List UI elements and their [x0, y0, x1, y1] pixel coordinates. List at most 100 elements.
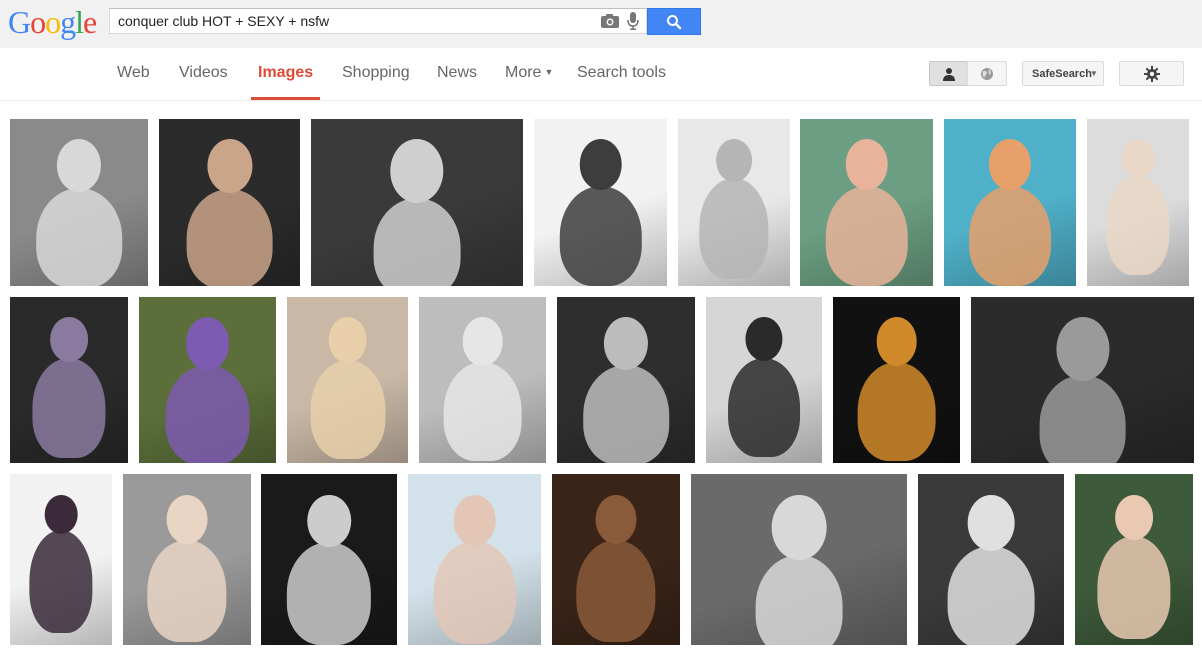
thumbnail-figure-body [728, 357, 800, 458]
image-result-thumbnail[interactable] [139, 297, 276, 463]
thumbnail-figure-body [947, 545, 1035, 645]
image-result-thumbnail[interactable] [678, 119, 790, 286]
tab-news[interactable]: News [437, 64, 477, 82]
thumbnail-figure-body [825, 185, 908, 286]
thumbnail-figure-body [1039, 375, 1126, 463]
thumbnail-figure-body [699, 178, 769, 279]
image-result-thumbnail[interactable] [1087, 119, 1189, 286]
image-result-thumbnail[interactable] [918, 474, 1064, 645]
tab-more[interactable]: More ▼ [505, 64, 553, 82]
thumbnail-figure-head [50, 316, 88, 363]
thumbnail-figure-head [845, 139, 888, 191]
thumbnail-figure-body [433, 541, 516, 644]
image-result-thumbnail[interactable] [552, 474, 680, 645]
logo-letter: g [60, 4, 76, 40]
thumbnail-figure-body [1106, 174, 1170, 276]
thumbnail-figure-body [1097, 536, 1171, 639]
safesearch-button[interactable]: SafeSearch ▼ [1022, 61, 1104, 86]
image-result-thumbnail[interactable] [1075, 474, 1193, 645]
image-result-thumbnail[interactable] [261, 474, 397, 645]
image-result-thumbnail[interactable] [287, 297, 408, 463]
thumbnail-figure-body [165, 365, 250, 463]
thumbnail-figure-head [462, 316, 503, 366]
hide-personal-results-button[interactable] [967, 61, 1007, 86]
safesearch-label: SafeSearch [1032, 68, 1092, 80]
thumbnail-figure-head [166, 494, 208, 544]
thumbnail-figure-head [1115, 494, 1153, 540]
chevron-down-icon: ▼ [544, 67, 554, 77]
thumbnail-figure-head [453, 494, 496, 546]
thumbnail-figure-body [309, 359, 386, 460]
thumbnail-figure-head [579, 139, 622, 191]
image-result-thumbnail[interactable] [159, 119, 300, 286]
search-button[interactable] [647, 8, 701, 35]
image-result-thumbnail[interactable] [944, 119, 1076, 286]
image-result-thumbnail[interactable] [534, 119, 667, 286]
thumbnail-figure-head [328, 316, 367, 364]
thumbnail-figure-head [716, 139, 752, 183]
camera-icon[interactable] [601, 14, 619, 28]
gear-icon [1144, 66, 1160, 82]
thumbnail-figure-body [443, 361, 522, 462]
thumbnail-figure-head [876, 316, 917, 366]
image-result-thumbnail[interactable] [311, 119, 523, 286]
google-logo[interactable]: Google [8, 4, 97, 40]
thumbnail-figure-head [595, 494, 637, 544]
thumbnail-figure-body [286, 542, 372, 645]
image-result-thumbnail[interactable] [123, 474, 251, 645]
logo-letter: o [30, 4, 46, 40]
image-result-thumbnail[interactable] [833, 297, 960, 463]
thumbnail-figure-head [967, 494, 1015, 551]
thumbnail-figure-body [559, 185, 642, 286]
thumbnail-figure-body [32, 358, 106, 459]
thumbnail-figure-body [969, 185, 1051, 286]
thumbnail-figure-head [1055, 316, 1110, 381]
image-result-thumbnail[interactable] [557, 297, 695, 463]
image-result-thumbnail[interactable] [419, 297, 546, 463]
tab-search-tools[interactable]: Search tools [577, 64, 666, 82]
image-result-thumbnail[interactable] [408, 474, 541, 645]
tab-web[interactable]: Web [117, 64, 150, 82]
tab-more-label: More [505, 64, 542, 81]
thumbnail-figure-head [771, 494, 827, 561]
search-box[interactable] [109, 8, 647, 34]
tab-images[interactable]: Images [258, 64, 313, 82]
thumbnail-figure-head [390, 139, 444, 204]
thumbnail-figure-head [307, 494, 351, 547]
globe-icon [981, 68, 993, 80]
tab-shopping[interactable]: Shopping [342, 64, 410, 82]
thumbnail-figure-body [147, 539, 227, 643]
image-result-thumbnail[interactable] [691, 474, 907, 645]
image-result-thumbnail[interactable] [10, 474, 112, 645]
thumbnail-figure-body [373, 197, 461, 286]
chevron-down-icon: ▼ [1090, 69, 1098, 78]
active-tab-indicator [251, 97, 320, 100]
logo-letter: G [8, 4, 31, 40]
logo-letter: e [83, 4, 97, 40]
image-result-thumbnail[interactable] [10, 297, 128, 463]
thumbnail-figure-body [755, 554, 843, 645]
image-result-thumbnail[interactable] [10, 119, 148, 286]
top-bar: Google [0, 0, 1202, 48]
search-icon [667, 15, 682, 30]
thumbnail-figure-head [56, 139, 102, 193]
tab-videos[interactable]: Videos [179, 64, 228, 82]
image-result-thumbnail[interactable] [706, 297, 822, 463]
personal-results-button[interactable] [929, 61, 968, 86]
logo-letter: o [45, 4, 61, 40]
search-input[interactable] [118, 9, 588, 33]
thumbnail-figure-head [745, 316, 783, 362]
thumbnail-figure-body [857, 361, 936, 462]
image-result-thumbnail[interactable] [971, 297, 1194, 463]
thumbnail-figure-body [29, 530, 93, 634]
settings-button[interactable] [1119, 61, 1184, 86]
thumbnail-figure-head [185, 316, 230, 370]
person-icon [943, 68, 955, 81]
microphone-icon[interactable] [627, 12, 639, 30]
thumbnail-figure-head [603, 316, 649, 370]
image-result-thumbnail[interactable] [800, 119, 933, 286]
thumbnail-figure-head [206, 139, 253, 194]
thumbnail-figure-body [186, 188, 273, 286]
thumbnail-figure-head [44, 494, 78, 534]
thumbnail-figure-head [1121, 139, 1155, 179]
